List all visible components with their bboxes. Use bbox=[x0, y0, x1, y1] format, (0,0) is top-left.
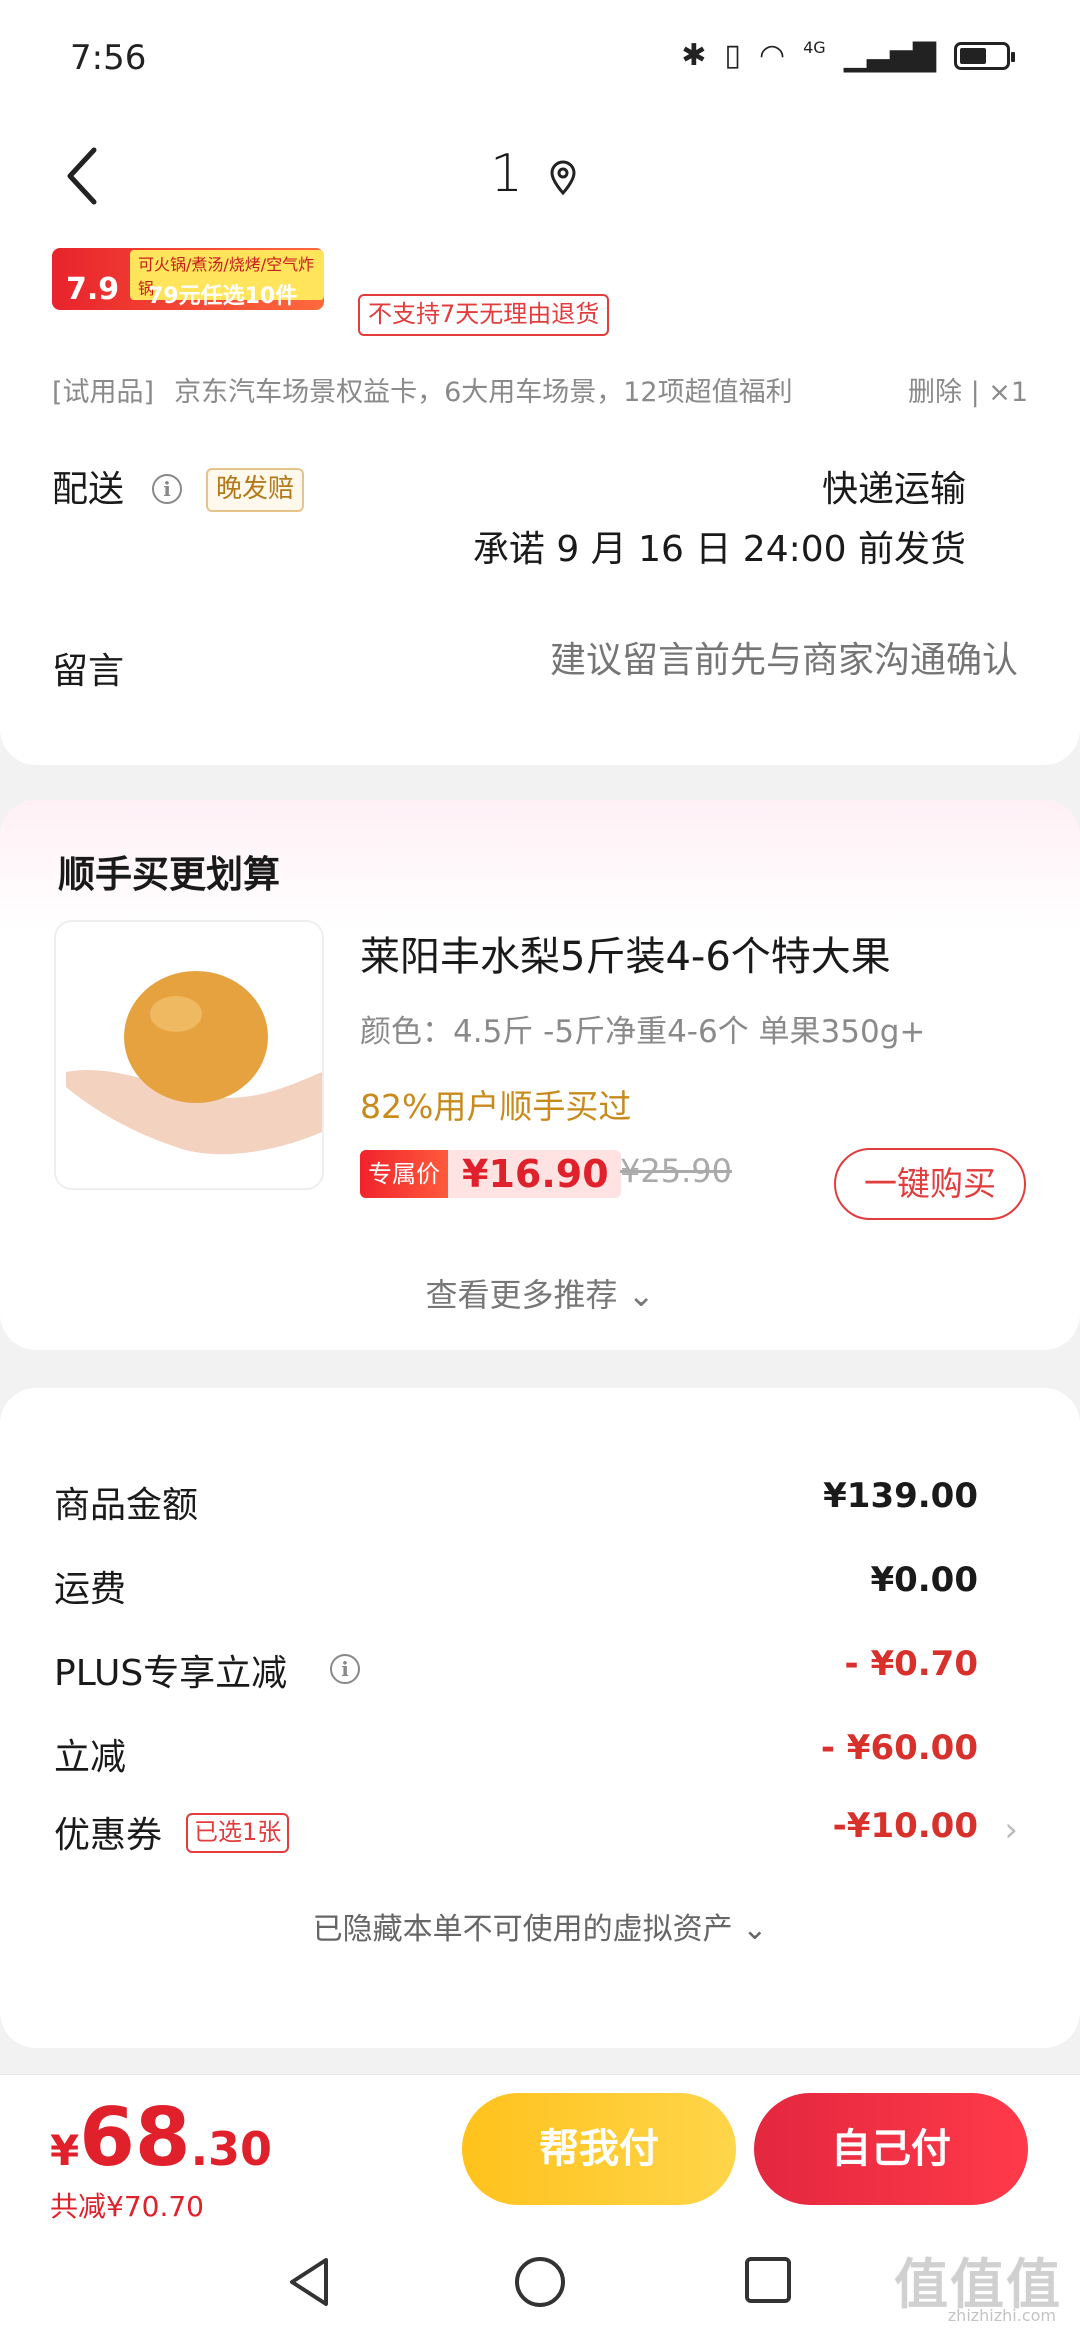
more-recommendations-link[interactable]: 查看更多推荐 ⌄ bbox=[0, 1270, 1080, 1316]
help-pay-button[interactable]: 帮我付 bbox=[462, 2093, 736, 2205]
order-detail-card: 可火锅/煮汤/烧烤/空气炸锅 7.9 79元任选10件 不支持7天无理由退货 [… bbox=[0, 230, 1080, 765]
message-input[interactable] bbox=[398, 640, 1018, 681]
trial-delete-button[interactable]: 删除 | ×1 bbox=[908, 370, 1028, 409]
product-name[interactable]: 莱阳丰水梨5斤装4-6个特大果 bbox=[360, 924, 891, 982]
product-spec: 颜色：4.5斤 -5斤净重4-6个 单果350g+ bbox=[360, 1014, 926, 1050]
chevron-down-icon: ⌄ bbox=[627, 1276, 655, 1314]
network-label: 4G bbox=[803, 38, 826, 57]
status-bar: 7:56 ✱ ▯ ◠ 4G ▁▃▅▇ bbox=[0, 0, 1080, 120]
exclusive-price-tag: 专属价 bbox=[360, 1150, 448, 1198]
instant-discount-value: - ¥60.00 bbox=[820, 1728, 978, 1768]
status-icons: ✱ ▯ ◠ 4G ▁▃▅▇ bbox=[681, 38, 1015, 73]
location-pin-icon[interactable] bbox=[548, 160, 578, 196]
status-time: 7:56 bbox=[70, 38, 147, 78]
trial-tag: [试用品] bbox=[52, 377, 155, 408]
shipping-fee-value: ¥0.00 bbox=[870, 1560, 978, 1600]
coupon-value[interactable]: -¥10.00 bbox=[833, 1806, 978, 1846]
self-pay-button[interactable]: 自己付 bbox=[754, 2093, 1028, 2205]
promo-bottom-text: 79元任选10件 bbox=[148, 284, 298, 309]
pay-bar: ¥68.30 共减¥70.70 帮我付 自己付 bbox=[0, 2074, 1080, 2225]
price-summary-card: 商品金额 ¥139.00 运费 ¥0.00 PLUS专享立减 i - ¥0.70… bbox=[0, 1388, 1080, 2048]
hidden-assets-label: 已隐藏本单不可使用的虚拟资产 bbox=[312, 1912, 733, 1947]
shipping-fee-label: 运费 bbox=[54, 1569, 127, 1610]
promo-banner-image: 可火锅/煮汤/烧烤/空气炸锅 7.9 79元任选10件 bbox=[52, 248, 324, 310]
chevron-right-icon[interactable]: › bbox=[1004, 1810, 1018, 1850]
wifi-icon: ◠ bbox=[758, 38, 786, 73]
exclusive-price: ¥16.90 bbox=[462, 1152, 609, 1196]
pear-in-hand-image bbox=[56, 922, 322, 1188]
plus-discount-label: PLUS专享立减 bbox=[54, 1653, 288, 1694]
total-price: ¥68.30 bbox=[50, 2091, 272, 2184]
more-recommendations-label: 查看更多推荐 bbox=[425, 1276, 618, 1314]
shipping-method[interactable]: 快递运输 bbox=[822, 460, 966, 512]
bluetooth-icon: ✱ bbox=[681, 38, 707, 73]
goods-amount-label: 商品金额 bbox=[54, 1485, 199, 1526]
one-click-buy-button[interactable]: 一键购买 bbox=[834, 1148, 1026, 1220]
shipping-label: 配送 bbox=[52, 469, 125, 510]
page-title: 1 bbox=[490, 144, 524, 204]
promo-price: 7.9 bbox=[66, 272, 120, 307]
shipping-promise: 承诺 9 月 16 日 24:00 前发货 bbox=[472, 529, 966, 570]
system-home-icon[interactable] bbox=[512, 2254, 568, 2310]
system-back-icon[interactable] bbox=[284, 2254, 334, 2310]
total-currency: ¥ bbox=[50, 2126, 80, 2175]
message-label: 留言 bbox=[52, 651, 125, 692]
watermark-url: zhizhizhi.com bbox=[947, 2306, 1056, 2325]
vibrate-icon: ▯ bbox=[724, 38, 741, 73]
nav-bar: 1 bbox=[0, 120, 1080, 230]
hidden-assets-hint[interactable]: 已隐藏本单不可使用的虚拟资产 ⌄ bbox=[0, 1904, 1080, 1948]
coupon-selected-tag: 已选1张 bbox=[186, 1813, 290, 1853]
no-return-tag: 不支持7天无理由退货 bbox=[358, 294, 610, 336]
recommend-card: 顺手买更划算 莱阳丰水梨5斤装4-6个特大果 颜色：4.5斤 -5斤净重4-6个… bbox=[0, 800, 1080, 1350]
total-saved: 共减¥70.70 bbox=[50, 2190, 204, 2223]
trial-item-row: [试用品] 京东汽车场景权益卡，6大用车场景，12项超值福利 bbox=[52, 370, 793, 409]
recommend-title: 顺手买更划算 bbox=[58, 853, 280, 896]
product-social-proof: 82%用户顺手买过 bbox=[360, 1087, 632, 1126]
exclusive-price-badge: 专属价 ¥16.90 bbox=[360, 1150, 621, 1198]
trial-item-text: 京东汽车场景权益卡，6大用车场景，12项超值福利 bbox=[174, 377, 793, 408]
total-integer: 68 bbox=[79, 2091, 191, 2184]
coupon-label: 优惠券 bbox=[54, 1815, 163, 1856]
plus-info-icon[interactable]: i bbox=[330, 1654, 360, 1684]
back-arrow-icon[interactable] bbox=[58, 144, 110, 208]
product-image[interactable] bbox=[54, 920, 324, 1190]
original-price: ¥25.90 bbox=[620, 1152, 732, 1190]
battery-icon bbox=[954, 41, 1015, 70]
total-decimal: .30 bbox=[190, 2122, 273, 2176]
instant-discount-label: 立减 bbox=[54, 1737, 127, 1778]
late-compensation-tag: 晚发赔 bbox=[206, 468, 305, 512]
goods-amount-value: ¥139.00 bbox=[823, 1476, 978, 1516]
info-icon[interactable]: i bbox=[152, 474, 182, 504]
system-recents-icon[interactable] bbox=[742, 2254, 794, 2306]
plus-discount-value: - ¥0.70 bbox=[844, 1644, 979, 1684]
signal-icon: ▁▃▅▇ bbox=[843, 38, 936, 73]
chevron-down-small-icon: ⌄ bbox=[742, 1912, 768, 1947]
